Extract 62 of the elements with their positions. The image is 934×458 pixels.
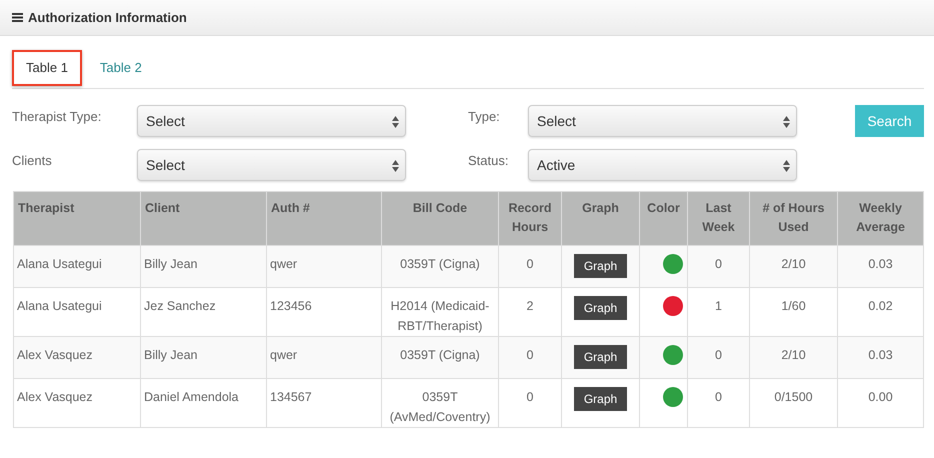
up-down-arrows-icon [783,160,790,172]
table-cell: Billy Jean [140,246,266,288]
graph-button[interactable]: Graph [574,345,628,369]
table-cell: 1/60 [750,288,838,336]
table-cell: 0 [498,336,562,378]
column-header: Record Hours [498,192,562,246]
table-cell: Jez Sanchez [140,288,266,336]
tab[interactable]: Table 2 [86,50,156,88]
column-header: Auth # [266,192,382,246]
column-header: # of Hours Used [750,192,838,246]
table-cell: H2014 (Medicaid-RBT/Therapist) [382,288,498,336]
filter-label: Therapist Type: [12,108,102,124]
table-cell: 1 [688,288,750,336]
table-cell: 0/1500 [750,378,838,428]
column-header: Client [140,192,266,246]
menu-icon [12,13,23,22]
table-cell: 2 [498,288,562,336]
table-cell: 0.03 [838,336,924,378]
table-cell: Billy Jean [140,336,266,378]
table-cell: 0 [498,378,562,428]
column-header: Last Week [688,192,750,246]
up-down-arrows-icon [392,160,399,172]
column-header: Therapist [14,192,140,246]
table-cell: Alex Vasquez [14,378,140,428]
filter-label: Type: [468,108,501,124]
graph-button[interactable]: Graph [574,254,628,278]
table-cell: 0 [688,378,750,428]
table-cell: Daniel Amendola [140,378,266,428]
dropdown[interactable]: Select [528,105,797,137]
dropdown[interactable]: Active [528,149,797,181]
column-header: Graph [562,192,640,246]
table-cell: 0.03 [838,246,924,288]
table-cell: 2/10 [750,246,838,288]
table-cell: 0 [498,246,562,288]
graph-button[interactable]: Graph [574,387,628,411]
table-cell: Alana Usategui [14,246,140,288]
tab[interactable]: Table 1 [12,50,82,86]
column-header: Bill Code [382,192,498,246]
table-cell: 0359T (Cigna) [382,246,498,288]
table-cell: Alex Vasquez [14,336,140,378]
table-cell: 134567 [266,378,382,428]
filter-label: Clients [12,152,53,168]
table-cell: qwer [266,336,382,378]
panel-title: Authorization Information [28,10,187,25]
dropdown[interactable]: Select [137,149,406,181]
column-header: Weekly Average [838,192,924,246]
table-cell: 0.02 [838,288,924,336]
table-cell: 0359T (Cigna) [382,336,498,378]
table-cell: 0 [688,336,750,378]
table-cell: 0 [688,246,750,288]
graph-button[interactable]: Graph [574,296,628,320]
up-down-arrows-icon [392,116,399,128]
table-cell: 0.00 [838,378,924,428]
table-cell: 0359T (AvMed/Coventry) [382,378,498,428]
up-down-arrows-icon [783,116,790,128]
dropdown[interactable]: Select [137,105,406,137]
filter-label: Status: [468,152,510,168]
table-cell: 123456 [266,288,382,336]
table-cell: Alana Usategui [14,288,140,336]
table-cell: 2/10 [750,336,838,378]
table-cell: qwer [266,246,382,288]
column-header: Color [640,192,688,246]
